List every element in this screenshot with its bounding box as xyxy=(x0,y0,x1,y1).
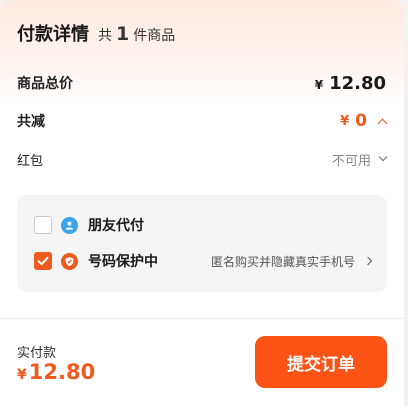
item-count-number: 1 xyxy=(116,23,130,45)
item-count-suffix: 件商品 xyxy=(133,28,176,44)
discount-currency: ¥ xyxy=(340,113,350,129)
red-packet-label: 红包 xyxy=(17,153,44,169)
footer-divider xyxy=(0,318,404,319)
submit-order-button[interactable]: 提交订单 xyxy=(255,336,387,388)
number-protection-option[interactable]: 号码保护中 匿名购买并隐藏真实手机号 xyxy=(34,249,373,273)
friend-pay-checkbox[interactable] xyxy=(34,216,52,234)
friend-pay-glyph xyxy=(65,221,74,230)
discount-row[interactable]: 共减 ¥ 0 xyxy=(17,110,388,132)
red-packet-status-text: 不可用 xyxy=(331,153,371,169)
total-price: ¥ 12.80 xyxy=(315,73,386,94)
friend-pay-option[interactable]: 朋友代付 xyxy=(34,213,371,237)
actual-pay-amount: ¥ 12.80 xyxy=(17,360,95,384)
discount-amount: 0 xyxy=(355,111,367,131)
total-amount: 12.80 xyxy=(329,72,386,94)
chevron-right-icon xyxy=(363,256,373,266)
red-packet-row[interactable]: 红包 不可用 xyxy=(17,148,388,170)
total-price-row: 商品总价 ¥ 12.80 xyxy=(17,72,386,94)
chevron-up-icon[interactable] xyxy=(377,118,388,128)
total-price-label: 商品总价 xyxy=(17,76,73,92)
phone-shield-icon xyxy=(61,252,78,270)
actual-pay-currency: ¥ xyxy=(17,367,27,383)
item-count: 共 1 件商品 xyxy=(98,23,175,45)
page-title: 付款详情 xyxy=(17,24,89,45)
pay-options-panel: 朋友代付 号码保护中 匿名购买并隐藏真实手机号 xyxy=(17,195,387,292)
discount-value: ¥ 0 xyxy=(340,111,388,131)
red-packet-status: 不可用 xyxy=(331,150,388,169)
actual-pay-label: 实付款 xyxy=(17,346,57,361)
payment-details-sheet: 付款详情 共1件商品 商品总价 ¥ 12.80 共减 ¥ 0 红包 不可用 xyxy=(0,0,404,406)
number-protection-desc[interactable]: 匿名购买并隐藏真实手机号 xyxy=(210,253,373,270)
checkmark-icon xyxy=(37,256,49,266)
title-row: 付款详情 共 1 件商品 xyxy=(17,20,175,46)
total-currency: ¥ xyxy=(314,77,324,92)
number-protection-label: 号码保护中 xyxy=(88,254,158,270)
friend-pay-icon xyxy=(61,216,78,234)
item-count-prefix: 共 xyxy=(98,28,112,44)
number-protection-checkbox[interactable] xyxy=(34,252,52,270)
number-protection-desc-text: 匿名购买并隐藏真实手机号 xyxy=(210,254,355,269)
discount-label: 共减 xyxy=(17,114,45,130)
phone-shield-glyph xyxy=(65,256,74,266)
chevron-down-icon[interactable] xyxy=(378,152,388,162)
friend-pay-label: 朋友代付 xyxy=(88,218,144,234)
actual-pay-number: 12.80 xyxy=(28,360,96,384)
